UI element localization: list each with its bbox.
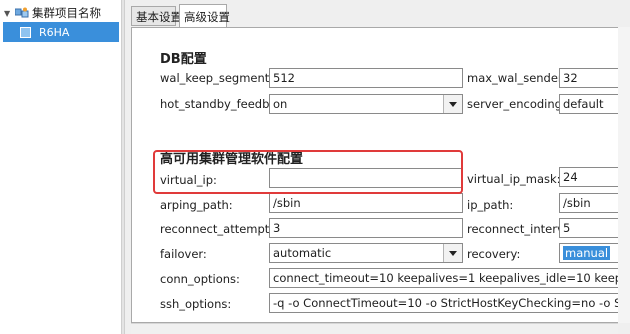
expand-arrow-icon[interactable]: ▼	[4, 9, 13, 18]
failover-value: automatic	[273, 246, 332, 260]
virtual-ip-mask-input[interactable]: 24	[559, 167, 618, 187]
project-tree: ▼ 集群项目名称 R6HA	[0, 0, 121, 334]
arping-path-label: arping_path:	[160, 198, 233, 212]
reconnect-interval-input[interactable]: 5	[559, 218, 618, 238]
ip-path-input[interactable]: /sbin	[559, 193, 618, 213]
ssh-options-input[interactable]: -q -o ConnectTimeout=10 -o StrictHostKey…	[269, 293, 618, 313]
tab-advanced-settings[interactable]: 高级设置	[179, 4, 230, 28]
failover-label: failover:	[160, 247, 207, 261]
cluster-icon	[14, 7, 29, 19]
wal-keep-segments-input[interactable]: 512	[269, 68, 463, 88]
server-encoding-label: server_encoding:	[467, 97, 566, 111]
max-wal-senders-input[interactable]: 32	[559, 68, 618, 88]
wal-keep-segments-label: wal_keep_segments:	[160, 71, 280, 85]
dropdown-arrow-icon[interactable]	[443, 244, 462, 262]
tab-basic-settings[interactable]: 基本设置	[131, 6, 182, 26]
vertical-scrollbar[interactable]	[618, 27, 630, 323]
reconnect-attempts-input[interactable]: 3	[269, 218, 463, 238]
failover-select[interactable]: automatic	[269, 243, 463, 263]
ha-section-title: 高可用集群管理软件配置	[160, 152, 304, 167]
hot-standby-feedback-select[interactable]: on	[269, 94, 463, 114]
recovery-label: recovery:	[467, 247, 521, 261]
ssh-options-label: ssh_options:	[160, 297, 232, 311]
ip-path-label: ip_path:	[467, 198, 514, 212]
virtual-ip-input[interactable]	[269, 168, 463, 188]
tab-bar: 基本设置 高级设置	[125, 0, 630, 28]
server-encoding-input[interactable]: default	[559, 94, 618, 114]
virtual-ip-mask-label: virtual_ip_mask:	[467, 172, 561, 186]
dropdown-arrow-icon[interactable]	[443, 95, 462, 113]
arping-path-input[interactable]: /sbin	[269, 193, 463, 213]
recovery-selected-text: manual	[563, 246, 611, 260]
max-wal-senders-label: max_wal_senders:	[467, 71, 573, 85]
tree-root-label: 集群项目名称	[32, 6, 101, 20]
virtual-ip-label: virtual_ip:	[160, 173, 217, 187]
db-section-title: DB配置	[160, 52, 207, 67]
conn-options-input[interactable]: connect_timeout=10 keepalives=1 keepaliv…	[269, 268, 618, 288]
conn-options-label: conn_options:	[160, 272, 240, 286]
horizontal-scrollbar[interactable]	[131, 323, 618, 334]
node-icon	[20, 26, 31, 38]
tree-node-r6ha[interactable]: R6HA	[3, 22, 119, 42]
hot-standby-feedback-value: on	[273, 97, 288, 111]
tree-node-label: R6HA	[39, 25, 70, 39]
tree-root-node[interactable]: ▼ 集群项目名称	[4, 6, 101, 20]
recovery-input[interactable]: manual	[559, 243, 618, 263]
reconnect-attempts-label: reconnect_attempts:	[160, 222, 280, 236]
